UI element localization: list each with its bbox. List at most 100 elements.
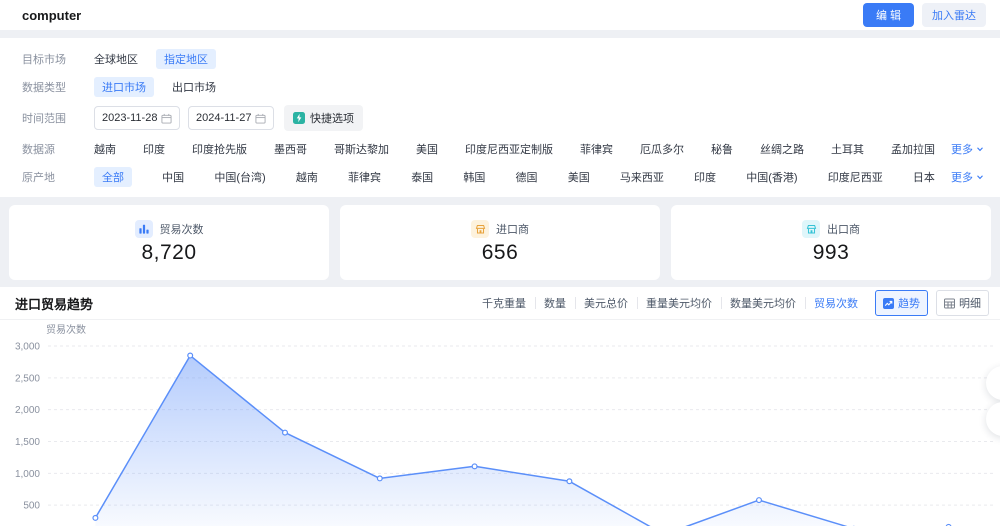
trend-view-button[interactable]: 趋势 xyxy=(875,290,928,316)
filter-option[interactable]: 全部 xyxy=(94,167,132,187)
importer-count-card: 进口商 656 xyxy=(340,205,660,280)
filter-option[interactable]: 美国 xyxy=(416,139,438,159)
exporter-count-card: 出口商 993 xyxy=(671,205,991,280)
edit-button[interactable]: 编 辑 xyxy=(863,3,914,27)
filter-option[interactable]: 秘鲁 xyxy=(711,139,733,159)
topbar: computer 编 辑 加入雷达 xyxy=(0,0,1000,30)
trend-icon xyxy=(883,298,894,309)
svg-text:2,500: 2,500 xyxy=(15,373,40,384)
page: computer 编 辑 加入雷达 目标市场 全球地区指定地区 数据类型 进口市… xyxy=(0,0,1000,526)
filter-option[interactable]: 土耳其 xyxy=(831,139,864,159)
detail-view-button[interactable]: 明细 xyxy=(936,290,989,316)
filter-option[interactable]: 美国 xyxy=(568,167,590,187)
trend-chart-svg: 贸易次数05001,0001,5002,0002,5003,0002023-11… xyxy=(0,320,1000,526)
stat-label: 出口商 xyxy=(827,221,860,237)
data-type-options: 进口市场出口市场 xyxy=(94,77,216,97)
filter-option[interactable]: 厄瓜多尔 xyxy=(640,139,684,159)
stat-value: 8,720 xyxy=(141,241,196,265)
bar-chart-icon xyxy=(135,220,153,238)
chart-header: 进口贸易趋势 千克重量数量美元总价重量美元均价数量美元均价贸易次数 趋势 明细 xyxy=(0,287,1000,320)
trend-chart-panel: 进口贸易趋势 千克重量数量美元总价重量美元均价数量美元均价贸易次数 趋势 明细 … xyxy=(0,287,1000,526)
chevron-down-icon xyxy=(976,173,984,181)
filter-option[interactable]: 印度尼西亚 xyxy=(828,167,883,187)
page-title: computer xyxy=(22,8,81,23)
filter-option[interactable]: 指定地区 xyxy=(156,49,216,69)
filter-option[interactable]: 孟加拉国 xyxy=(891,139,935,159)
filter-row-time-range: 时间范围 2023-11-28 2024-11-27 快捷选项 xyxy=(0,101,1000,135)
svg-text:贸易次数: 贸易次数 xyxy=(46,323,86,336)
metric-option[interactable]: 重量美元均价 xyxy=(637,295,721,311)
trade-count-card: 贸易次数 8,720 xyxy=(9,205,329,280)
svg-text:2,000: 2,000 xyxy=(15,405,40,416)
table-icon xyxy=(944,298,955,309)
data-source-more-link[interactable]: 更多 xyxy=(951,141,984,157)
filter-option[interactable]: 印度 xyxy=(694,167,716,187)
stat-label: 进口商 xyxy=(496,221,529,237)
chart-controls: 千克重量数量美元总价重量美元均价数量美元均价贸易次数 趋势 明细 xyxy=(473,290,989,316)
start-date-value: 2023-11-28 xyxy=(102,112,157,124)
metric-option[interactable]: 数量 xyxy=(535,295,575,311)
importer-shop-icon xyxy=(471,220,489,238)
svg-text:3,000: 3,000 xyxy=(15,342,40,353)
end-date-value: 2024-11-27 xyxy=(196,112,251,124)
svg-text:500: 500 xyxy=(23,501,40,512)
chart-section-title: 进口贸易趋势 xyxy=(15,294,93,313)
filter-option[interactable]: 哥斯达黎加 xyxy=(334,139,389,159)
svg-text:1,000: 1,000 xyxy=(15,469,40,480)
filter-option[interactable]: 中国 xyxy=(162,167,184,187)
stat-value: 656 xyxy=(482,241,519,265)
metric-option[interactable]: 贸易次数 xyxy=(805,295,867,311)
filter-option[interactable]: 出口市场 xyxy=(172,77,216,97)
filter-panel: 目标市场 全球地区指定地区 数据类型 进口市场出口市场 时间范围 2023-11… xyxy=(0,38,1000,197)
filter-label: 数据类型 xyxy=(22,79,82,95)
quick-options-label: 快捷选项 xyxy=(310,110,354,126)
filter-option[interactable]: 印度尼西亚定制版 xyxy=(465,139,553,159)
filter-option[interactable]: 越南 xyxy=(94,139,116,159)
filter-label: 原产地 xyxy=(22,169,82,185)
quick-options-icon xyxy=(293,112,305,124)
filter-option[interactable]: 丝绸之路 xyxy=(760,139,804,159)
origin-options: 全部 中国 中国(台湾) 越南 菲律宾 泰国 韩国 德国 美国 马来西亚 印度 中国(香港) 印度尼西亚… xyxy=(94,167,935,187)
filter-row-origin: 原产地 全部 中国 中国(台湾) 越南 菲律宾 泰国 韩国 德国 美国 马来西亚 印度 中国(香港) 印… xyxy=(0,163,1000,191)
filter-label: 数据源 xyxy=(22,141,82,157)
filter-option[interactable]: 进口市场 xyxy=(94,77,154,97)
filter-option[interactable]: 马来西亚 xyxy=(620,167,664,187)
filter-option[interactable]: 泰国 xyxy=(411,167,433,187)
filter-option[interactable]: 德国 xyxy=(516,167,538,187)
svg-text:1,500: 1,500 xyxy=(15,437,40,448)
filter-option[interactable]: 韩国 xyxy=(463,167,485,187)
origin-more-link[interactable]: 更多 xyxy=(951,169,984,185)
add-radar-button[interactable]: 加入雷达 xyxy=(922,3,986,27)
trend-chart[interactable]: 贸易次数05001,0001,5002,0002,5003,0002023-11… xyxy=(0,320,1000,526)
calendar-icon xyxy=(255,113,266,124)
filter-option[interactable]: 中国(台湾) xyxy=(214,167,265,187)
metric-option[interactable]: 千克重量 xyxy=(473,295,535,311)
stat-value: 993 xyxy=(813,241,850,265)
filter-option[interactable]: 菲律宾 xyxy=(580,139,613,159)
filter-option[interactable]: 日本 xyxy=(913,167,935,187)
filter-row-data-source: 数据源 越南 印度 印度抢先版 墨西哥 哥斯达黎加 美国 印度尼西亚定制版 菲律宾 厄瓜多尔 秘鲁… xyxy=(0,135,1000,163)
stat-cards: 贸易次数 8,720 进口商 656 出口商 993 xyxy=(9,205,991,280)
filter-option[interactable]: 中国(香港) xyxy=(746,167,797,187)
filter-option[interactable]: 菲律宾 xyxy=(348,167,381,187)
data-source-options: 越南 印度 印度抢先版 墨西哥 哥斯达黎加 美国 印度尼西亚定制版 菲律宾 厄瓜多尔 秘鲁 丝绸之路… xyxy=(94,139,935,159)
chevron-down-icon xyxy=(976,145,984,153)
target-market-options: 全球地区指定地区 xyxy=(94,49,216,69)
filter-label: 目标市场 xyxy=(22,51,82,67)
metric-option[interactable]: 数量美元均价 xyxy=(721,295,805,311)
end-date-input[interactable]: 2024-11-27 xyxy=(188,106,274,130)
filter-option[interactable]: 全球地区 xyxy=(94,49,138,69)
filter-row-data-type: 数据类型 进口市场出口市场 xyxy=(0,73,1000,101)
filter-row-target-market: 目标市场 全球地区指定地区 xyxy=(0,45,1000,73)
start-date-input[interactable]: 2023-11-28 xyxy=(94,106,180,130)
filter-option[interactable]: 越南 xyxy=(296,167,318,187)
quick-options-button[interactable]: 快捷选项 xyxy=(284,105,363,131)
calendar-icon xyxy=(161,113,172,124)
filter-option[interactable]: 印度 xyxy=(143,139,165,159)
exporter-shop-icon xyxy=(802,220,820,238)
filter-label: 时间范围 xyxy=(22,110,82,126)
filter-option[interactable]: 印度抢先版 xyxy=(192,139,247,159)
metric-option[interactable]: 美元总价 xyxy=(575,295,637,311)
filter-option[interactable]: 墨西哥 xyxy=(274,139,307,159)
metric-toggle: 千克重量数量美元总价重量美元均价数量美元均价贸易次数 xyxy=(473,295,867,311)
